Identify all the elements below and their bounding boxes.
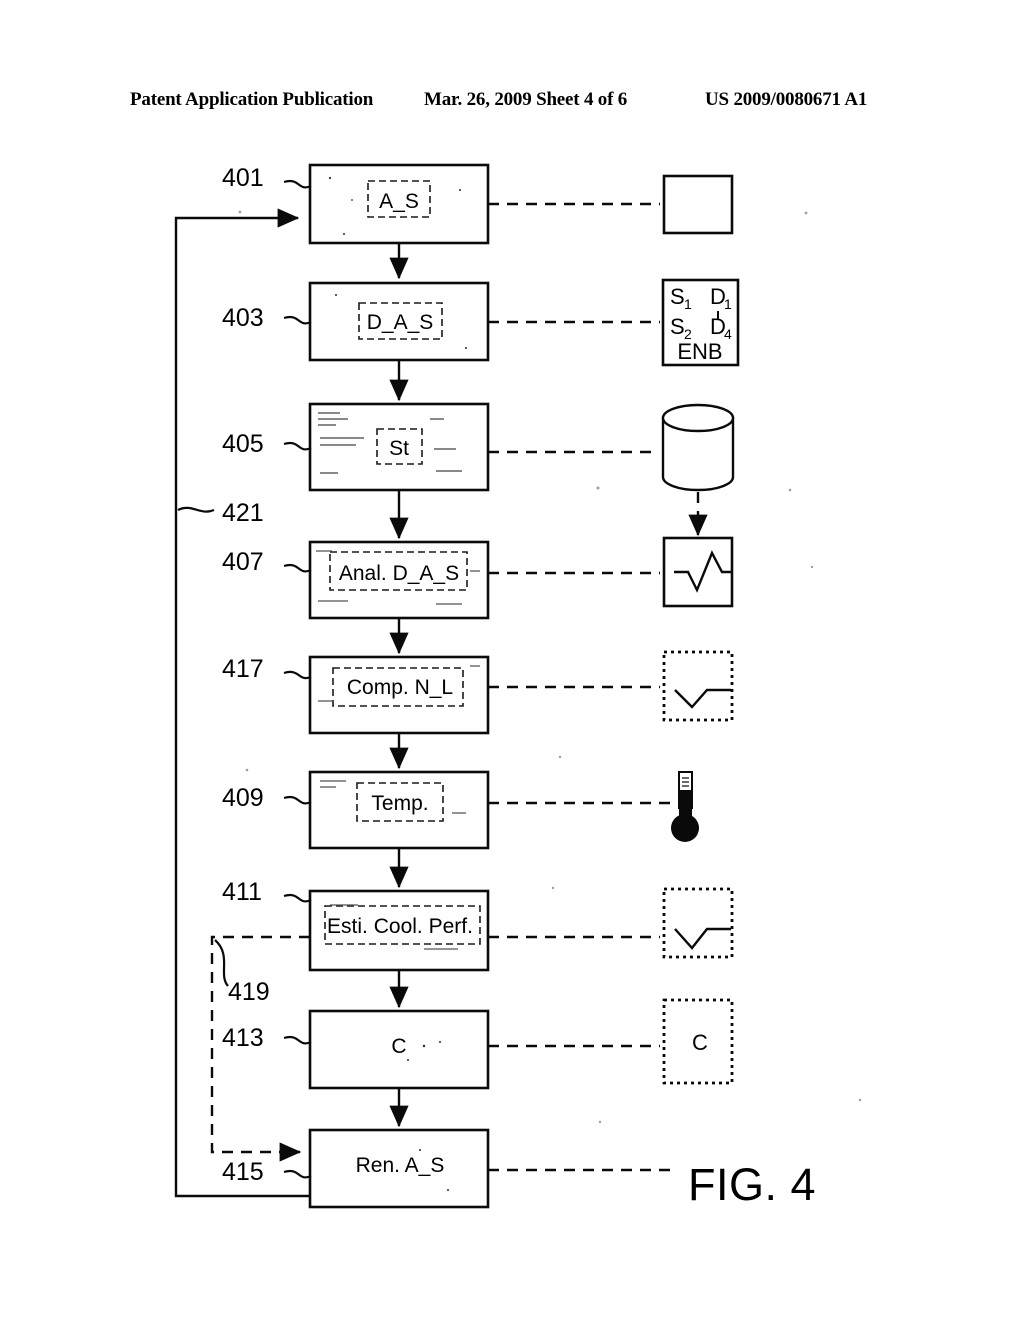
pin-d4-sub: 4 xyxy=(724,326,732,342)
flow-block-413-label: C xyxy=(391,1035,406,1058)
empty-square-icon xyxy=(662,174,734,235)
figure-4-flowchart: 421 419 A_S 401 D_A_S 403 S 1 D 1 S 2 D … xyxy=(174,163,862,1210)
ref-number-415: 415 xyxy=(222,1158,264,1186)
flow-block-409-label: Temp. xyxy=(371,792,428,815)
pin-s1-label: S xyxy=(670,284,685,309)
pin-s2-label: S xyxy=(670,314,685,339)
flow-block-411[interactable]: Esti. Cool. Perf. xyxy=(308,889,490,972)
flow-block-417[interactable]: Comp. N_L xyxy=(308,655,490,735)
letter-c-icon: C xyxy=(662,998,734,1085)
ref-lead-415: 415 xyxy=(222,1158,312,1186)
ref-number-409: 409 xyxy=(222,784,264,812)
flow-block-407[interactable]: Anal. D_A_S xyxy=(308,540,490,620)
flow-block-407-label: Anal. D_A_S xyxy=(339,562,459,585)
flow-block-409[interactable]: Temp. xyxy=(308,770,490,850)
ref-number-413: 413 xyxy=(222,1024,264,1052)
thermometer-icon xyxy=(671,771,699,842)
ref-number-401: 401 xyxy=(222,164,264,192)
ref-number-405: 405 xyxy=(222,430,264,458)
ref-lead-409: 409 xyxy=(222,784,312,812)
waveform-peak-icon xyxy=(662,536,734,608)
ref-number-417: 417 xyxy=(222,655,264,683)
flow-block-415[interactable]: Ren. A_S xyxy=(308,1128,490,1209)
ref-number-411: 411 xyxy=(222,878,262,906)
patent-figure-page: Patent Application Publication Mar. 26, … xyxy=(0,0,1024,1320)
flow-block-403[interactable]: D_A_S xyxy=(308,281,490,362)
database-cylinder-icon xyxy=(661,403,735,492)
letter-c-icon-label: C xyxy=(692,1030,708,1055)
ref-lead-413: 413 xyxy=(222,1024,312,1052)
ref-number-407: 407 xyxy=(222,548,264,576)
waveform-dip-icon-417 xyxy=(662,650,734,722)
flow-block-405[interactable]: St xyxy=(308,402,490,492)
pin-s1-sub: 1 xyxy=(684,296,692,312)
ref-number-419: 419 xyxy=(228,978,270,1006)
flow-block-405-label: St xyxy=(389,437,409,460)
pin-d1-sub: 1 xyxy=(724,296,732,312)
flow-block-403-label: D_A_S xyxy=(367,311,434,334)
waveform-dip-icon-411 xyxy=(662,887,734,959)
ref-lead-405: 405 xyxy=(222,430,312,458)
pin-enb-label: ENB xyxy=(677,339,722,364)
figure-caption: FIG. 4 xyxy=(688,1159,816,1210)
flow-block-415-label: Ren. A_S xyxy=(356,1154,445,1177)
ref-lead-417: 417 xyxy=(222,655,312,683)
ref-lead-407: 407 xyxy=(222,548,312,576)
flow-block-401[interactable]: A_S xyxy=(308,163,490,245)
flow-block-417-label: Comp. N_L xyxy=(347,676,453,699)
ref-lead-401: 401 xyxy=(222,164,312,192)
signal-pins-icon: S 1 D 1 S 2 D 4 ENB xyxy=(661,278,740,367)
ref-number-421: 421 xyxy=(222,499,264,527)
flow-block-401-label: A_S xyxy=(379,190,419,213)
ref-number-403: 403 xyxy=(222,304,264,332)
ref-lead-411: 411 xyxy=(222,878,312,906)
ref-lead-403: 403 xyxy=(222,304,312,332)
flow-block-413[interactable]: C xyxy=(308,1009,490,1090)
flow-block-411-label: Esti. Cool. Perf. xyxy=(327,915,473,938)
